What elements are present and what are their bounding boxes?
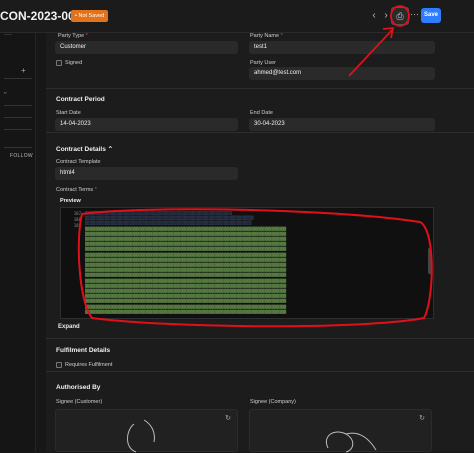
end-date-label: End Date (250, 110, 273, 116)
requires-fulfilment-label: Requires Fulfilment (65, 362, 113, 368)
plus-icon[interactable]: + (21, 66, 26, 75)
party-type-label: Party Type * (58, 33, 88, 39)
party-user-label: Party User (250, 60, 276, 66)
party-name-label: Party Name * (250, 33, 283, 39)
follow-label: FOLLOW (10, 153, 33, 159)
signature-customer (127, 419, 155, 453)
signed-checkbox[interactable] (56, 60, 62, 66)
sidebar-divider (4, 147, 32, 148)
signee-customer-pad[interactable]: ↻ (55, 409, 238, 453)
requires-fulfilment-checkbox[interactable] (56, 362, 62, 368)
save-button[interactable]: Save (421, 8, 441, 23)
expand-button[interactable]: Expand (58, 324, 80, 330)
section-divider (46, 371, 474, 372)
chevron-left-icon[interactable]: ‹ (368, 9, 380, 23)
contract-details-title[interactable]: Contract Details ⌃ (56, 145, 113, 153)
print-button[interactable]: ⎙ (391, 7, 409, 25)
signed-label: Signed (65, 60, 83, 66)
sidebar-divider (4, 105, 32, 106)
start-date-field[interactable]: 14-04-2023 (55, 118, 238, 131)
printer-icon: ⎙ (396, 11, 404, 21)
signee-company-pad[interactable]: ↻ (249, 409, 432, 453)
chevron-up-icon: ⌃ (107, 146, 114, 153)
party-name-field[interactable]: test1 (249, 41, 435, 54)
sidebar-divider (4, 117, 32, 118)
sidebar: ▪▪ (0, 33, 36, 452)
page-header: CON-2023-00013 • Not Saved ‹ › ⎙ ··· Sav… (0, 0, 474, 33)
sidebar-item[interactable]: ▪▪ (4, 90, 7, 95)
contract-template-label: Contract Template (56, 159, 101, 165)
signature-company (326, 431, 377, 453)
sidebar-divider (4, 129, 32, 130)
editor-scrollbar[interactable] (428, 248, 431, 274)
section-divider (46, 338, 474, 339)
signee-company-label: Signee (Company) (250, 399, 296, 405)
contract-terms-label: Contract Terms * (56, 187, 97, 193)
end-date-field[interactable]: 30-04-2023 (249, 118, 435, 131)
authorised-by-title: Authorised By (56, 384, 101, 391)
sidebar-divider (4, 78, 32, 79)
status-badge-label: Not Saved (78, 13, 105, 19)
party-type-select[interactable]: Customer (55, 41, 238, 54)
section-divider (46, 88, 474, 89)
signee-customer-label: Signee (Customer) (56, 399, 103, 405)
code-content: ░░░░░░░░░░░░░░░░░░░░░░░░░░░░░░░░░░░░░░░░… (85, 211, 287, 314)
code-editor[interactable]: 187 188 189 ░░░░░░░░░░░░░░░░░░░░░░░░░░░░… (60, 207, 434, 319)
fulfilment-details-title: Fulfilment Details (56, 347, 111, 354)
start-date-label: Start Date (56, 110, 81, 116)
sidebar-divider (4, 34, 12, 35)
section-divider (46, 132, 474, 133)
line-number-gutter: 187 188 189 (73, 211, 81, 228)
contract-period-title: Contract Period (56, 96, 105, 103)
preview-tab[interactable]: Preview (60, 198, 81, 204)
party-user-field[interactable]: ahmed@test.com (249, 67, 435, 80)
more-options-icon[interactable]: ··· (410, 9, 419, 19)
status-badge: • Not Saved (71, 10, 109, 22)
contract-template-field[interactable]: html4 (55, 167, 238, 180)
